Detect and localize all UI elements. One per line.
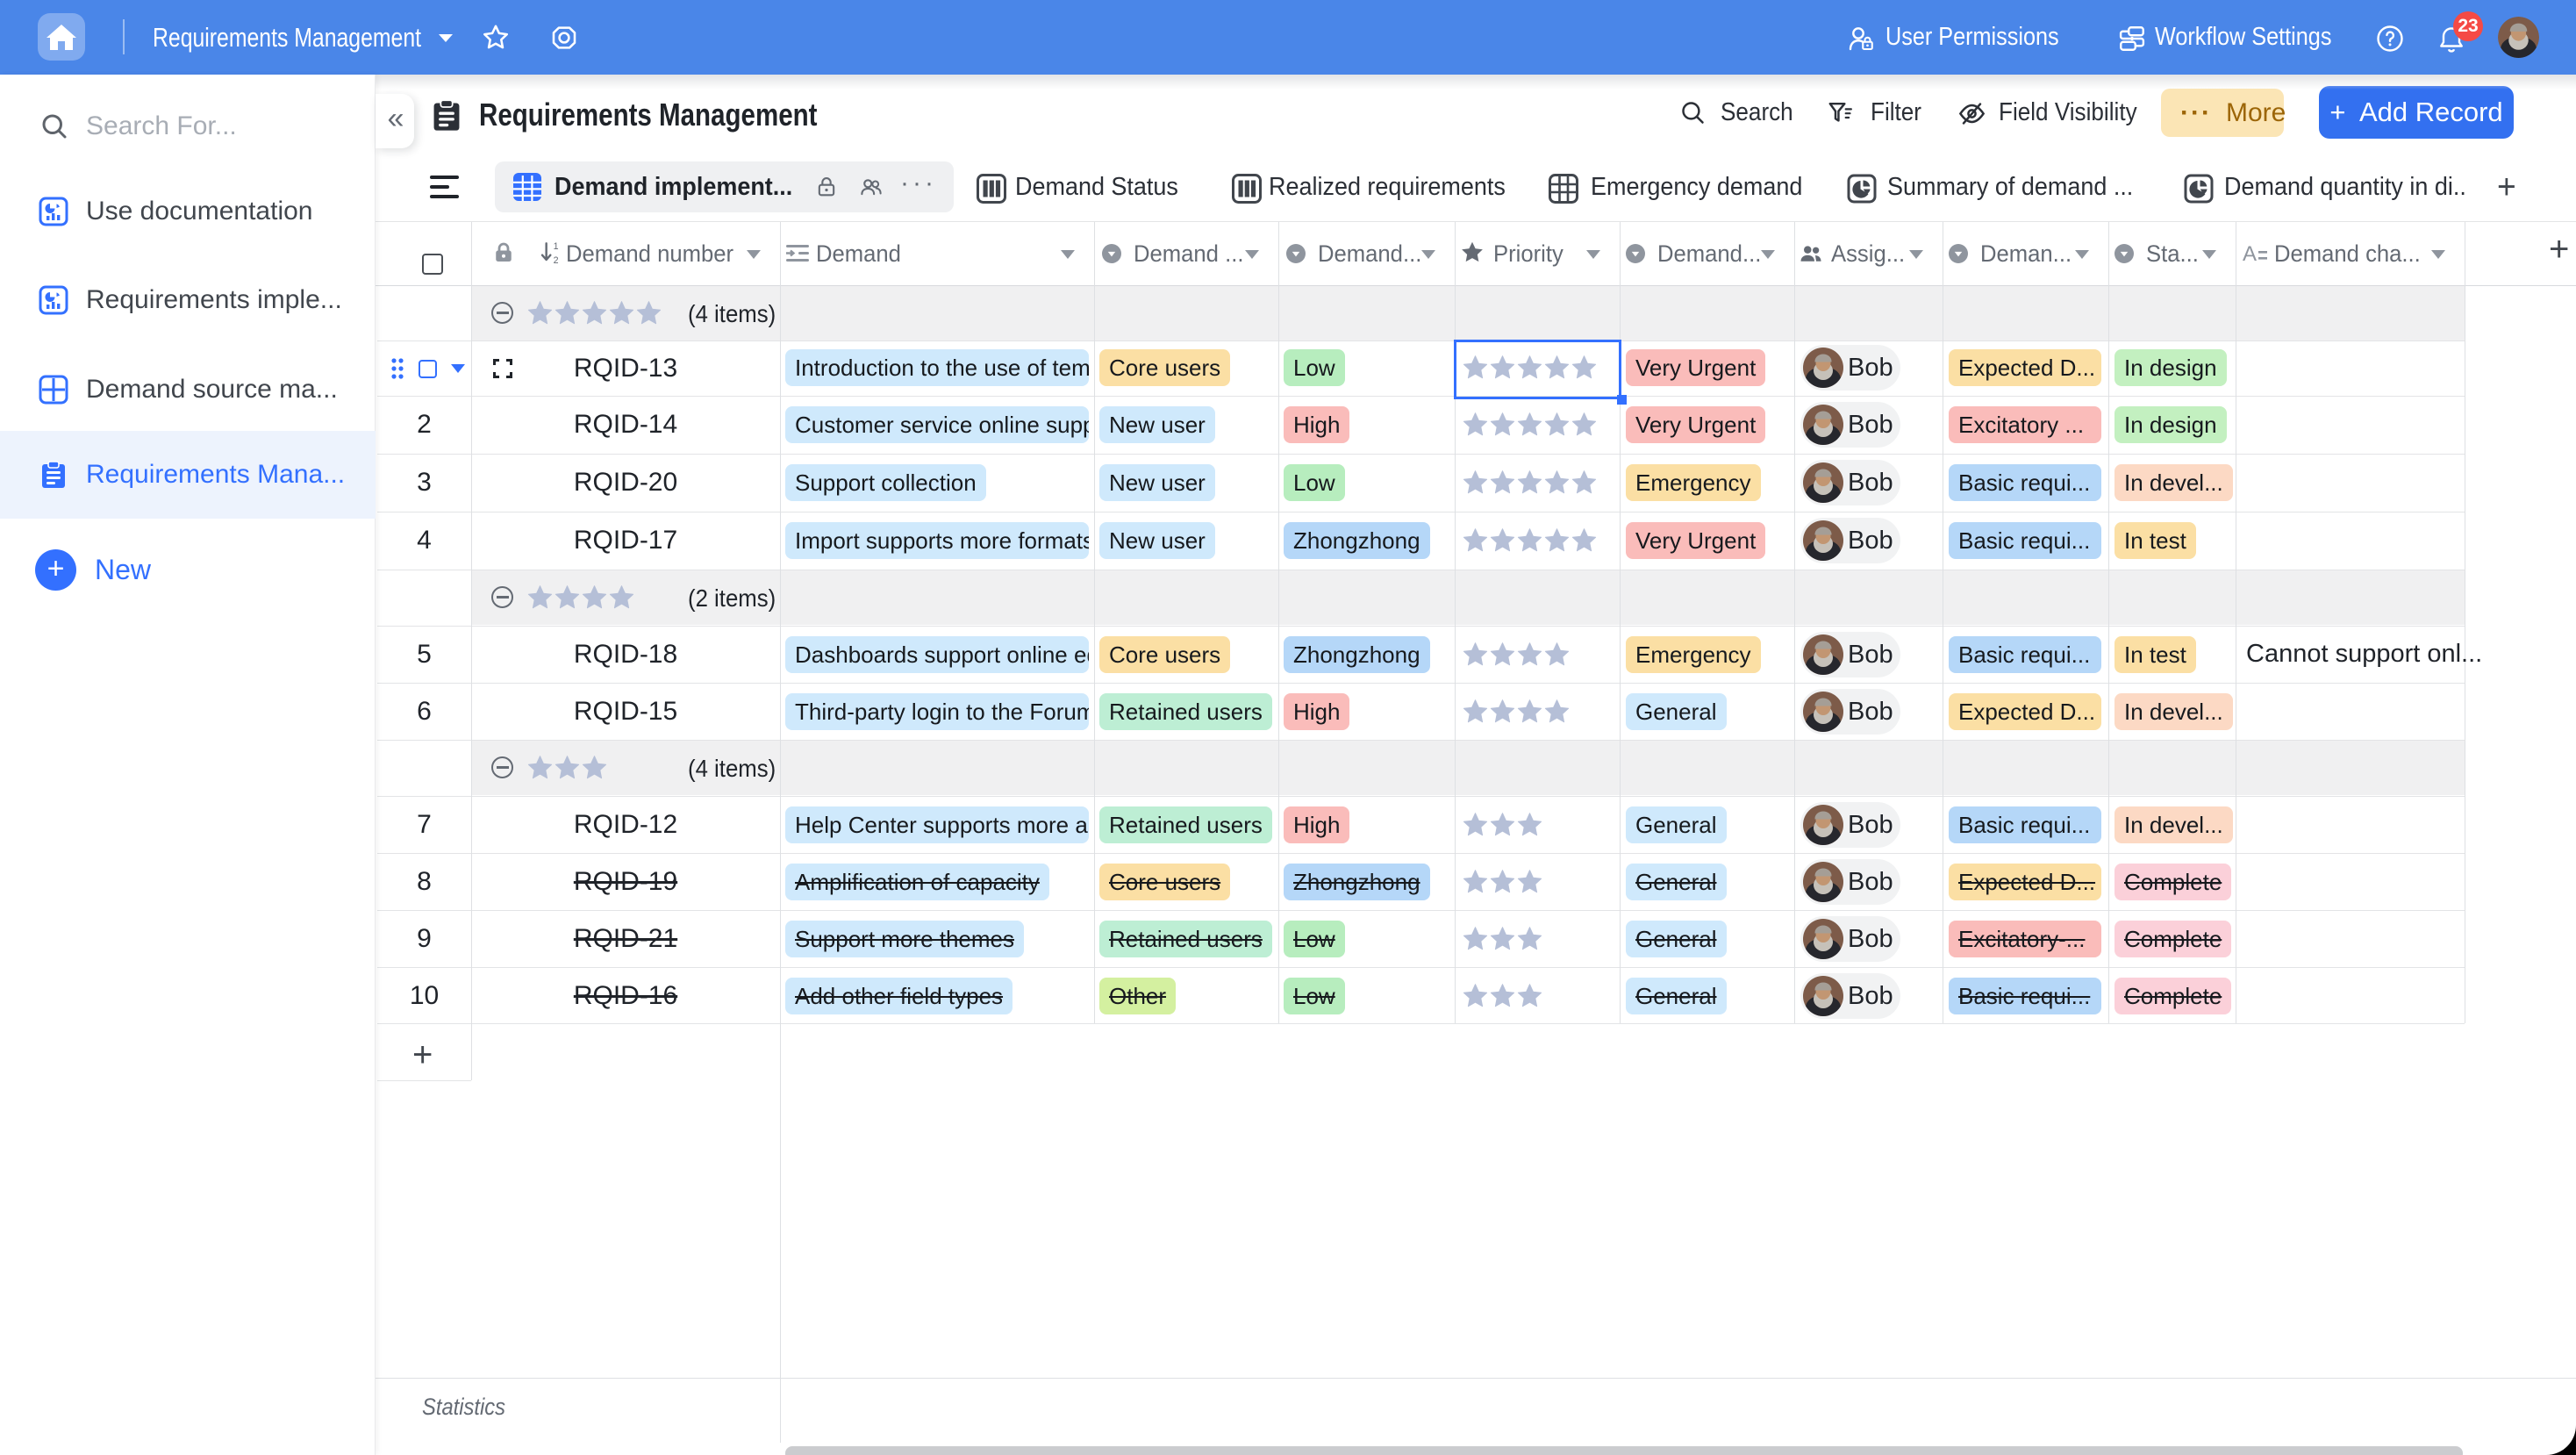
svg-text:A: A [2243, 242, 2257, 266]
svg-text:1: 1 [554, 241, 559, 252]
svg-text:2: 2 [554, 255, 559, 266]
